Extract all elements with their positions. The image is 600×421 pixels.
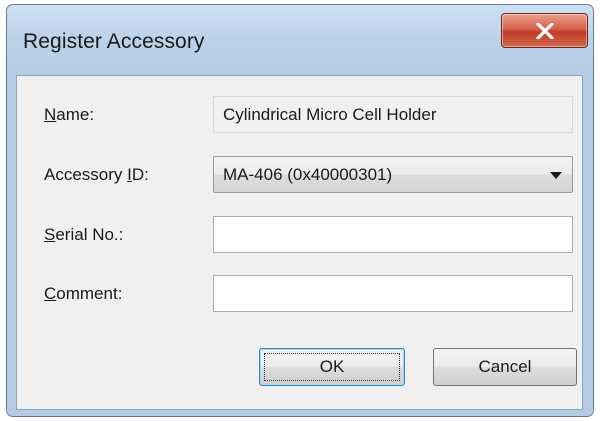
- cancel-button-label: Cancel: [478, 357, 532, 376]
- dialog-title: Register Accessory: [23, 30, 205, 53]
- accessory-id-selected: MA-406 (0x40000301): [223, 165, 393, 184]
- close-icon: [536, 23, 554, 39]
- name-label: Name:: [44, 105, 95, 124]
- ok-button-label: OK: [319, 357, 345, 376]
- accessory-id-label: Accessory ID:: [44, 165, 149, 184]
- close-button[interactable]: [501, 13, 588, 48]
- dropdown-arrow-icon: [550, 172, 562, 179]
- comment-label: Comment:: [44, 284, 123, 303]
- comment-input[interactable]: [213, 275, 573, 312]
- serial-no-label: Serial No.:: [44, 225, 124, 244]
- dialog-body: Name: Cylindrical Micro Cell Holder Acce…: [16, 75, 583, 410]
- accessory-id-dropdown[interactable]: MA-406 (0x40000301): [213, 156, 573, 193]
- serial-no-input[interactable]: [213, 216, 573, 253]
- title-bar[interactable]: Register Accessory: [7, 5, 593, 75]
- ok-button[interactable]: OK: [259, 348, 405, 386]
- cancel-button[interactable]: Cancel: [433, 348, 577, 386]
- register-accessory-dialog: Register Accessory Name: Cylindrical Mic…: [6, 4, 594, 417]
- name-value-field: Cylindrical Micro Cell Holder: [213, 96, 573, 133]
